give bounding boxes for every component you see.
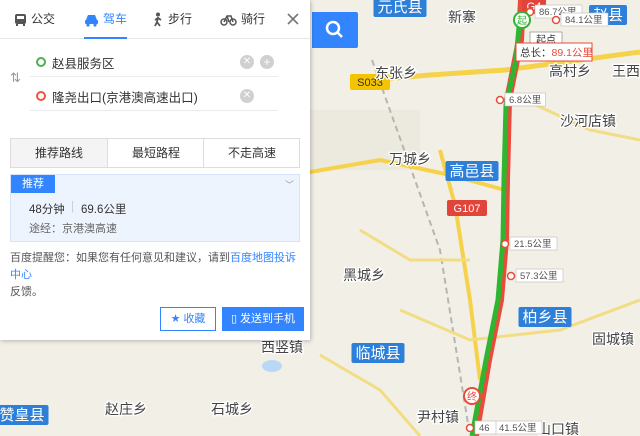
end-marker[interactable]: 终 (463, 387, 481, 405)
end-value: 隆尧出口(京港澳高速出口) (52, 91, 198, 105)
favorite-label: 收藏 (183, 313, 206, 325)
end-marker-text: 终 (467, 390, 477, 403)
tip-suffix: 反馈。 (10, 286, 43, 298)
total-distance-label: 总长：89.1公里 (520, 46, 593, 59)
route-distance: 69.6公里 (81, 204, 127, 216)
feedback-tip: 百度提醒您：如果您有任何意见和建议，请到百度地图投诉中心 反馈。 (10, 250, 300, 301)
distance-marker-text: 84.1公里 (565, 15, 603, 26)
town-label: 高村乡 (549, 63, 591, 79)
town-label: 山口镇 (537, 421, 579, 436)
bike-icon (220, 15, 237, 27)
county-label: 临城县 (355, 345, 400, 362)
phone-icon: ▯ (230, 313, 238, 326)
start-marker[interactable]: 起 (513, 11, 531, 29)
end-dot-icon (36, 91, 46, 101)
total-distance-tag: 总长：89.1公里 (515, 42, 593, 62)
distance-marker-dot (506, 271, 516, 281)
total-value-text: 89.1公里 (552, 47, 593, 59)
send-to-phone-label: 发送到手机 (240, 313, 296, 325)
town-label: 固城镇 (592, 331, 634, 347)
bus-icon (15, 13, 26, 26)
route-inputs: ⇅ 赵县服务区 ✕ + 隆尧出口(京港澳高速出口) ✕ (0, 44, 310, 120)
close-icon (287, 13, 299, 25)
town-label: 石城乡 (211, 401, 253, 417)
route-time: 48分钟 (29, 204, 65, 216)
route-via: 途经：京港澳高速 (29, 223, 117, 235)
start-marker-text: 起 (517, 15, 527, 27)
mode-bike[interactable]: 骑行 (220, 10, 265, 28)
route-separator: | (71, 201, 74, 213)
distance-marker-dot (551, 15, 561, 25)
transport-mode-bar: 公交 驾车 步行 骑行 (0, 0, 310, 39)
clear-end-button[interactable]: ✕ (240, 89, 254, 103)
distance-marker-text: 21.5公里 (514, 239, 552, 250)
mode-bus[interactable]: 公交 (14, 10, 55, 28)
tip-prefix: 百度提醒您：如果您有任何意见和建议，请到 (10, 252, 230, 264)
distance-marker: 84.1公里 (551, 12, 609, 27)
mode-car[interactable]: 驾车 (84, 10, 128, 39)
search-button[interactable] (312, 12, 358, 48)
distance-marker: 21.5公里 (500, 236, 558, 251)
route-tabs: 推荐路线 最短路程 不走高速 (10, 138, 300, 168)
close-button[interactable] (285, 11, 301, 27)
distance-marker-dot (465, 423, 475, 433)
county-label: 柏乡县 (522, 309, 567, 326)
mode-walk[interactable]: 步行 (152, 10, 192, 28)
clear-start-button[interactable]: ✕ (240, 55, 254, 69)
route-panel: 公交 驾车 步行 骑行 ⇅ 赵县服务区 ✕ + 隆尧出口(京港澳高速出口) ✕ … (0, 0, 310, 340)
town-label: 王西 (612, 63, 640, 79)
road-label: G107 (454, 203, 481, 215)
distance-marker-text: 46 (479, 423, 490, 434)
town-label: 万城乡 (389, 151, 431, 167)
add-waypoint-button[interactable]: + (260, 55, 274, 69)
mode-bus-label: 公交 (31, 12, 56, 26)
mode-walk-label: 步行 (168, 12, 193, 26)
tab-recommended[interactable]: 推荐路线 (11, 139, 107, 167)
distance-marker-text: 41.5公里 (499, 423, 537, 434)
town-label: 沙河店镇 (560, 113, 616, 129)
town-label: 东张乡 (375, 65, 417, 81)
distance-marker-text: 6.8公里 (509, 95, 541, 106)
car-icon (85, 14, 98, 27)
town-label: 黑城乡 (343, 267, 385, 283)
mode-bike-label: 骑行 (241, 12, 266, 26)
favorite-button[interactable]: ★ 收藏 (160, 307, 216, 331)
distance-marker: 57.3公里 (506, 268, 564, 283)
distance-marker-text: 57.3公里 (520, 271, 558, 282)
water-body (262, 360, 282, 372)
start-value: 赵县服务区 (52, 57, 115, 71)
star-icon: ★ (170, 313, 181, 326)
town-label: 新寨 (448, 9, 476, 25)
distance-marker-dot (495, 95, 505, 105)
swap-icon[interactable]: ⇅ (10, 70, 21, 86)
search-icon (325, 20, 343, 38)
chevron-down-icon[interactable]: ﹀ (285, 178, 294, 191)
total-label-text: 总长： (520, 46, 552, 59)
county-label: 高邑县 (449, 163, 494, 180)
walk-icon (154, 12, 162, 27)
distance-marker-dot (500, 239, 510, 249)
county-label: 元氏县 (377, 0, 422, 16)
start-dot-icon (36, 57, 46, 67)
town-label: 尹村镇 (417, 409, 459, 425)
send-to-phone-button[interactable]: ▯ 发送到手机 (222, 307, 304, 331)
mode-car-label: 驾车 (103, 12, 128, 26)
route-result-card[interactable]: 推荐 ﹀ 48分钟 | 69.6公里 途经：京港澳高速 (10, 174, 300, 242)
town-label: 西竖镇 (261, 339, 303, 355)
county-label: 赞皇县 (0, 407, 45, 424)
recommend-badge: 推荐 (11, 175, 55, 193)
tab-no-highway[interactable]: 不走高速 (203, 139, 300, 167)
town-label: 赵庄乡 (105, 401, 147, 417)
tab-shortest[interactable]: 最短路程 (107, 139, 204, 167)
